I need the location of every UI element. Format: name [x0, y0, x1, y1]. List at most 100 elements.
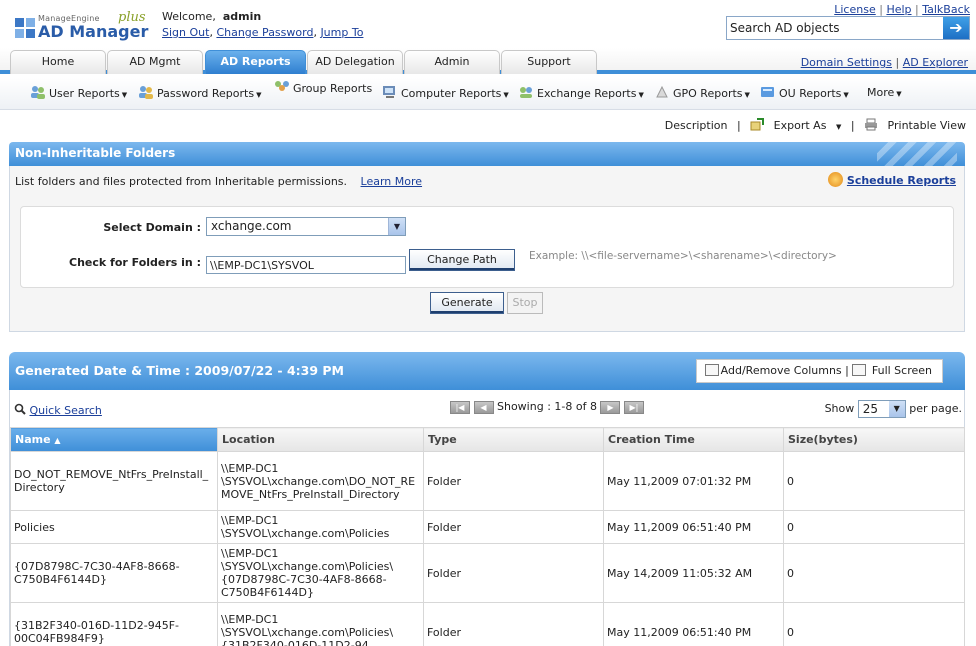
quick-search-link[interactable]: Quick Search [14, 403, 102, 417]
table-row[interactable]: DO_NOT_REMOVE_NtFrs_PreInstall_Directory… [10, 451, 965, 511]
submenu-label: Exchange Reports [537, 87, 637, 100]
license-link[interactable]: License [834, 3, 875, 16]
per-page-suffix: per page. [909, 402, 962, 415]
search-go-icon[interactable]: ➔ [943, 17, 969, 39]
separator: | [850, 119, 855, 132]
results-panel-header: Generated Date & Time : 2009/07/22 - 4:3… [9, 352, 965, 390]
cell-name: DO_NOT_REMOVE_NtFrs_PreInstall_Directory [10, 451, 218, 511]
results-panel: Quick Search |◀ ◀ Showing : 1-8 of 8 ▶ ▶… [9, 390, 965, 646]
table-row[interactable]: {31B2F340-016D-11D2-945F-00C04FB984F9} \… [10, 602, 965, 646]
cell-name: Policies [10, 510, 218, 544]
sign-out-link[interactable]: Sign Out [162, 26, 209, 39]
show-label: Show [824, 402, 855, 415]
sort-asc-icon: ▲ [54, 436, 61, 445]
cell-type: Folder [423, 510, 604, 544]
folder-path-input[interactable] [206, 256, 406, 274]
computer-icon [383, 86, 395, 98]
submenu-computer-reports[interactable]: Computer Reports ▼ [382, 85, 509, 100]
cell-size: 0 [783, 602, 965, 646]
first-page-icon[interactable]: |◀ [450, 400, 470, 414]
learn-more-link[interactable]: Learn More [361, 175, 423, 188]
chevron-down-icon[interactable]: ▼ [388, 218, 405, 235]
report-description-row: List folders and files protected from In… [15, 175, 422, 188]
description-link[interactable]: Description [665, 119, 728, 132]
column-header-location[interactable]: Location [217, 427, 424, 452]
tab-admin[interactable]: Admin [404, 50, 500, 74]
users-icon [31, 86, 45, 99]
chevron-down-icon: ▼ [835, 123, 842, 131]
submenu-more[interactable]: More ▼ [867, 86, 902, 99]
export-icon [750, 118, 765, 131]
change-path-button[interactable]: Change Path [409, 249, 515, 271]
logo-plus: plus [118, 10, 146, 25]
main-tab-bar: Home AD Mgmt AD Reports AD Delegation Ad… [0, 48, 976, 74]
submenu-label: More [867, 86, 895, 99]
welcome-text: Welcome, [162, 10, 216, 23]
submenu-ou-reports[interactable]: OU Reports ▼ [760, 85, 849, 100]
table-row[interactable]: Policies \\EMP-DC1 \SYSVOL\xchange.com\P… [10, 510, 965, 544]
column-header-name[interactable]: Name ▲ [10, 427, 218, 452]
header-decoration [877, 142, 957, 166]
domain-links: Domain Settings | AD Explorer [800, 56, 968, 69]
search-input[interactable] [727, 17, 941, 39]
talkback-link[interactable]: TalkBack [922, 3, 970, 16]
cell-creation-time: May 11,2009 06:51:40 PM [603, 602, 784, 646]
export-as-label: Export As [773, 119, 827, 132]
per-page-select[interactable]: 25 ▼ [857, 400, 906, 418]
check-folders-label: Check for Folders in : [69, 256, 201, 269]
cell-type: Folder [423, 543, 604, 603]
cell-name: {31B2F340-016D-11D2-945F-00C04FB984F9} [10, 602, 218, 646]
change-password-link[interactable]: Change Password [216, 26, 313, 39]
admanager-logo[interactable]: ManageEngine AD Manager plus [14, 10, 148, 44]
ad-explorer-link[interactable]: AD Explorer [903, 56, 968, 69]
cell-location: \\EMP-DC1 \SYSVOL\xchange.com\Policies\{… [217, 602, 424, 646]
schedule-reports-label: Schedule Reports [846, 174, 956, 187]
criteria-form: Select Domain : xchange.com ▼ Check for … [20, 206, 954, 288]
submenu-group-reports[interactable]: Group Reports [274, 80, 372, 95]
tab-ad-delegation[interactable]: AD Delegation [307, 50, 403, 74]
printable-view-button[interactable]: Printable View [864, 118, 966, 132]
column-header-creation-time[interactable]: Creation Time [603, 427, 784, 452]
cell-type: Folder [423, 602, 604, 646]
cell-location: \\EMP-DC1 \SYSVOL\xchange.com\Policies\{… [217, 543, 424, 603]
full-screen-button[interactable]: Full Screen [852, 364, 932, 377]
stop-button[interactable]: Stop [507, 292, 543, 314]
submenu-label: User Reports [49, 87, 120, 100]
jump-to-link[interactable]: Jump To [320, 26, 363, 39]
column-header-size[interactable]: Size(bytes) [783, 427, 965, 452]
results-tools: Add/Remove Columns | Full Screen [695, 359, 943, 383]
last-page-icon[interactable]: ▶| [623, 400, 644, 414]
group-icon [275, 81, 289, 91]
schedule-reports-link[interactable]: Schedule Reports [827, 172, 956, 187]
add-remove-columns-button[interactable]: Add/Remove Columns [704, 364, 842, 377]
report-panel-header: Non-Inheritable Folders [9, 142, 965, 166]
export-as-button[interactable]: Export As ▼ [750, 118, 842, 132]
full-screen-label: Full Screen [871, 364, 932, 377]
welcome-block: Welcome, admin Sign Out, Change Password… [162, 10, 363, 39]
chevron-down-icon: ▼ [256, 91, 262, 99]
submenu-exchange-reports[interactable]: Exchange Reports ▼ [518, 85, 644, 100]
submenu-gpo-reports[interactable]: GPO Reports ▼ [654, 85, 750, 100]
separator: | [736, 119, 741, 132]
next-page-icon[interactable]: ▶ [600, 400, 621, 414]
domain-settings-link[interactable]: Domain Settings [801, 56, 892, 69]
generate-button[interactable]: Generate [430, 292, 504, 314]
cell-creation-time: May 11,2009 07:01:32 PM [603, 451, 784, 511]
exchange-icon [520, 87, 532, 98]
submenu-user-reports[interactable]: User Reports ▼ [30, 85, 127, 100]
submenu-password-reports[interactable]: Password Reports ▼ [138, 85, 261, 100]
tab-support[interactable]: Support [501, 50, 597, 74]
tab-ad-reports[interactable]: AD Reports [205, 50, 306, 74]
help-link[interactable]: Help [886, 3, 911, 16]
domain-select-value: xchange.com [211, 219, 292, 233]
table-row[interactable]: {07D8798C-7C30-4AF8-8668-C750B4F6144D} \… [10, 543, 965, 603]
tab-ad-mgmt[interactable]: AD Mgmt [107, 50, 203, 74]
column-header-type[interactable]: Type [423, 427, 604, 452]
reports-submenu: User Reports ▼ Password Reports ▼ Group Re… [0, 78, 976, 110]
prev-page-icon[interactable]: ◀ [473, 400, 494, 414]
cell-size: 0 [783, 451, 965, 511]
tab-home[interactable]: Home [10, 50, 106, 74]
submenu-label: Group Reports [293, 82, 373, 95]
column-label: Name [15, 433, 51, 446]
domain-select[interactable]: xchange.com ▼ [206, 217, 406, 236]
